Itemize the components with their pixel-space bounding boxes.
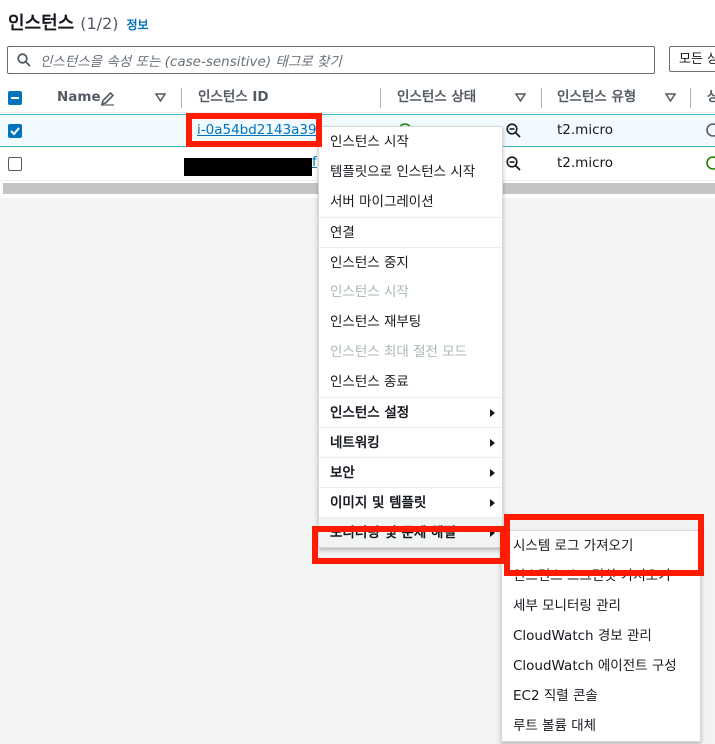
- select-all-checkbox[interactable]: [8, 91, 22, 105]
- info-link[interactable]: 정보: [126, 16, 148, 33]
- menu-item-image-and-templates[interactable]: 이미지 및 템플릿: [319, 487, 502, 517]
- row-checkbox[interactable]: [8, 157, 22, 171]
- submenu-item-replace-root-volume[interactable]: 루트 볼륨 대체: [502, 711, 700, 741]
- column-divider[interactable]: [690, 88, 691, 108]
- search-input[interactable]: 인스턴스을 속성 또는 (case-sensitive) 태그로 찾기: [7, 46, 655, 74]
- menu-item-launch-from-template[interactable]: 템플릿으로 인스턴스 시작: [319, 157, 502, 187]
- chevron-right-icon: [490, 469, 495, 477]
- column-header-instance-type[interactable]: 인스턴스 유형: [557, 83, 636, 112]
- menu-item-reboot-instance[interactable]: 인스턴스 재부팅: [319, 307, 502, 337]
- table-header: Name 인스턴스 ID 인스턴스 상태 인스턴스 유형 상: [0, 83, 715, 113]
- column-divider[interactable]: [380, 88, 381, 108]
- row-checkbox[interactable]: [8, 124, 22, 138]
- instance-type-text: t2.micro: [557, 122, 614, 138]
- menu-item-stop-instance[interactable]: 인스턴스 중지: [319, 247, 502, 277]
- menu-item-start-instance: 인스턴스 시작: [330, 284, 409, 300]
- chevron-right-icon: [490, 499, 495, 507]
- column-header-name[interactable]: Name: [57, 83, 101, 112]
- menu-item-hibernate-instance: 인스턴스 최대 절전 모드: [330, 344, 468, 360]
- status-check-passed-icon: [706, 156, 715, 170]
- highlight-box-system-log: [504, 514, 704, 576]
- chevron-right-icon: [490, 409, 495, 417]
- instance-actions-menu: 인스턴스 시작 템플릿으로 인스턴스 시작 서버 마이그레이션 연결 인스턴스 …: [318, 126, 503, 548]
- sort-icon[interactable]: [515, 93, 526, 102]
- edit-pencil-icon[interactable]: [100, 91, 115, 106]
- column-divider[interactable]: [541, 88, 542, 108]
- zoom-out-icon[interactable]: [506, 123, 521, 138]
- sort-icon[interactable]: [155, 93, 166, 102]
- state-filter-dropdown[interactable]: 모든 상: [669, 46, 715, 72]
- column-divider[interactable]: [181, 88, 182, 108]
- status-check-pending-icon: [706, 123, 715, 137]
- menu-item-connect[interactable]: 연결: [319, 217, 502, 247]
- menu-item-networking[interactable]: 네트워킹: [319, 427, 502, 457]
- column-header-instance-id[interactable]: 인스턴스 ID: [198, 83, 269, 112]
- submenu-item-configure-cloudwatch-agent[interactable]: CloudWatch 에이전트 구성: [502, 651, 700, 681]
- highlight-box-monitor-menu-item: [312, 526, 506, 564]
- menu-item-server-migration[interactable]: 서버 마이그레이션: [319, 187, 502, 217]
- zoom-out-icon[interactable]: [506, 156, 521, 171]
- instance-id-link[interactable]: f: [312, 154, 317, 170]
- submenu-item-manage-detailed-monitoring[interactable]: 세부 모니터링 관리: [502, 591, 700, 621]
- instance-type-text: t2.micro: [557, 155, 614, 171]
- menu-item-instance-settings[interactable]: 인스턴스 설정: [319, 397, 502, 427]
- chevron-right-icon: [490, 439, 495, 447]
- submenu-item-manage-cloudwatch-alarms[interactable]: CloudWatch 경보 관리: [502, 621, 700, 651]
- menu-item-terminate-instance[interactable]: 인스턴스 종료: [319, 367, 502, 397]
- submenu-item-ec2-serial-console[interactable]: EC2 직렬 콘솔: [502, 681, 700, 711]
- column-header-instance-state[interactable]: 인스턴스 상태: [397, 83, 476, 112]
- column-header-status-check[interactable]: 상: [707, 83, 715, 112]
- sort-icon[interactable]: [665, 93, 676, 102]
- highlight-box-instance-id: [186, 113, 322, 147]
- page-title: 인스턴스: [8, 13, 75, 34]
- selection-count: (1/2): [80, 14, 119, 33]
- page-header: 인스턴스 (1/2) 정보: [8, 9, 149, 35]
- search-icon: [17, 53, 31, 67]
- redacted-name: [184, 158, 312, 176]
- search-placeholder: 인스턴스을 속성 또는 (case-sensitive) 태그로 찾기: [40, 54, 342, 70]
- menu-item-launch-instance[interactable]: 인스턴스 시작: [319, 127, 502, 157]
- menu-item-security[interactable]: 보안: [319, 457, 502, 487]
